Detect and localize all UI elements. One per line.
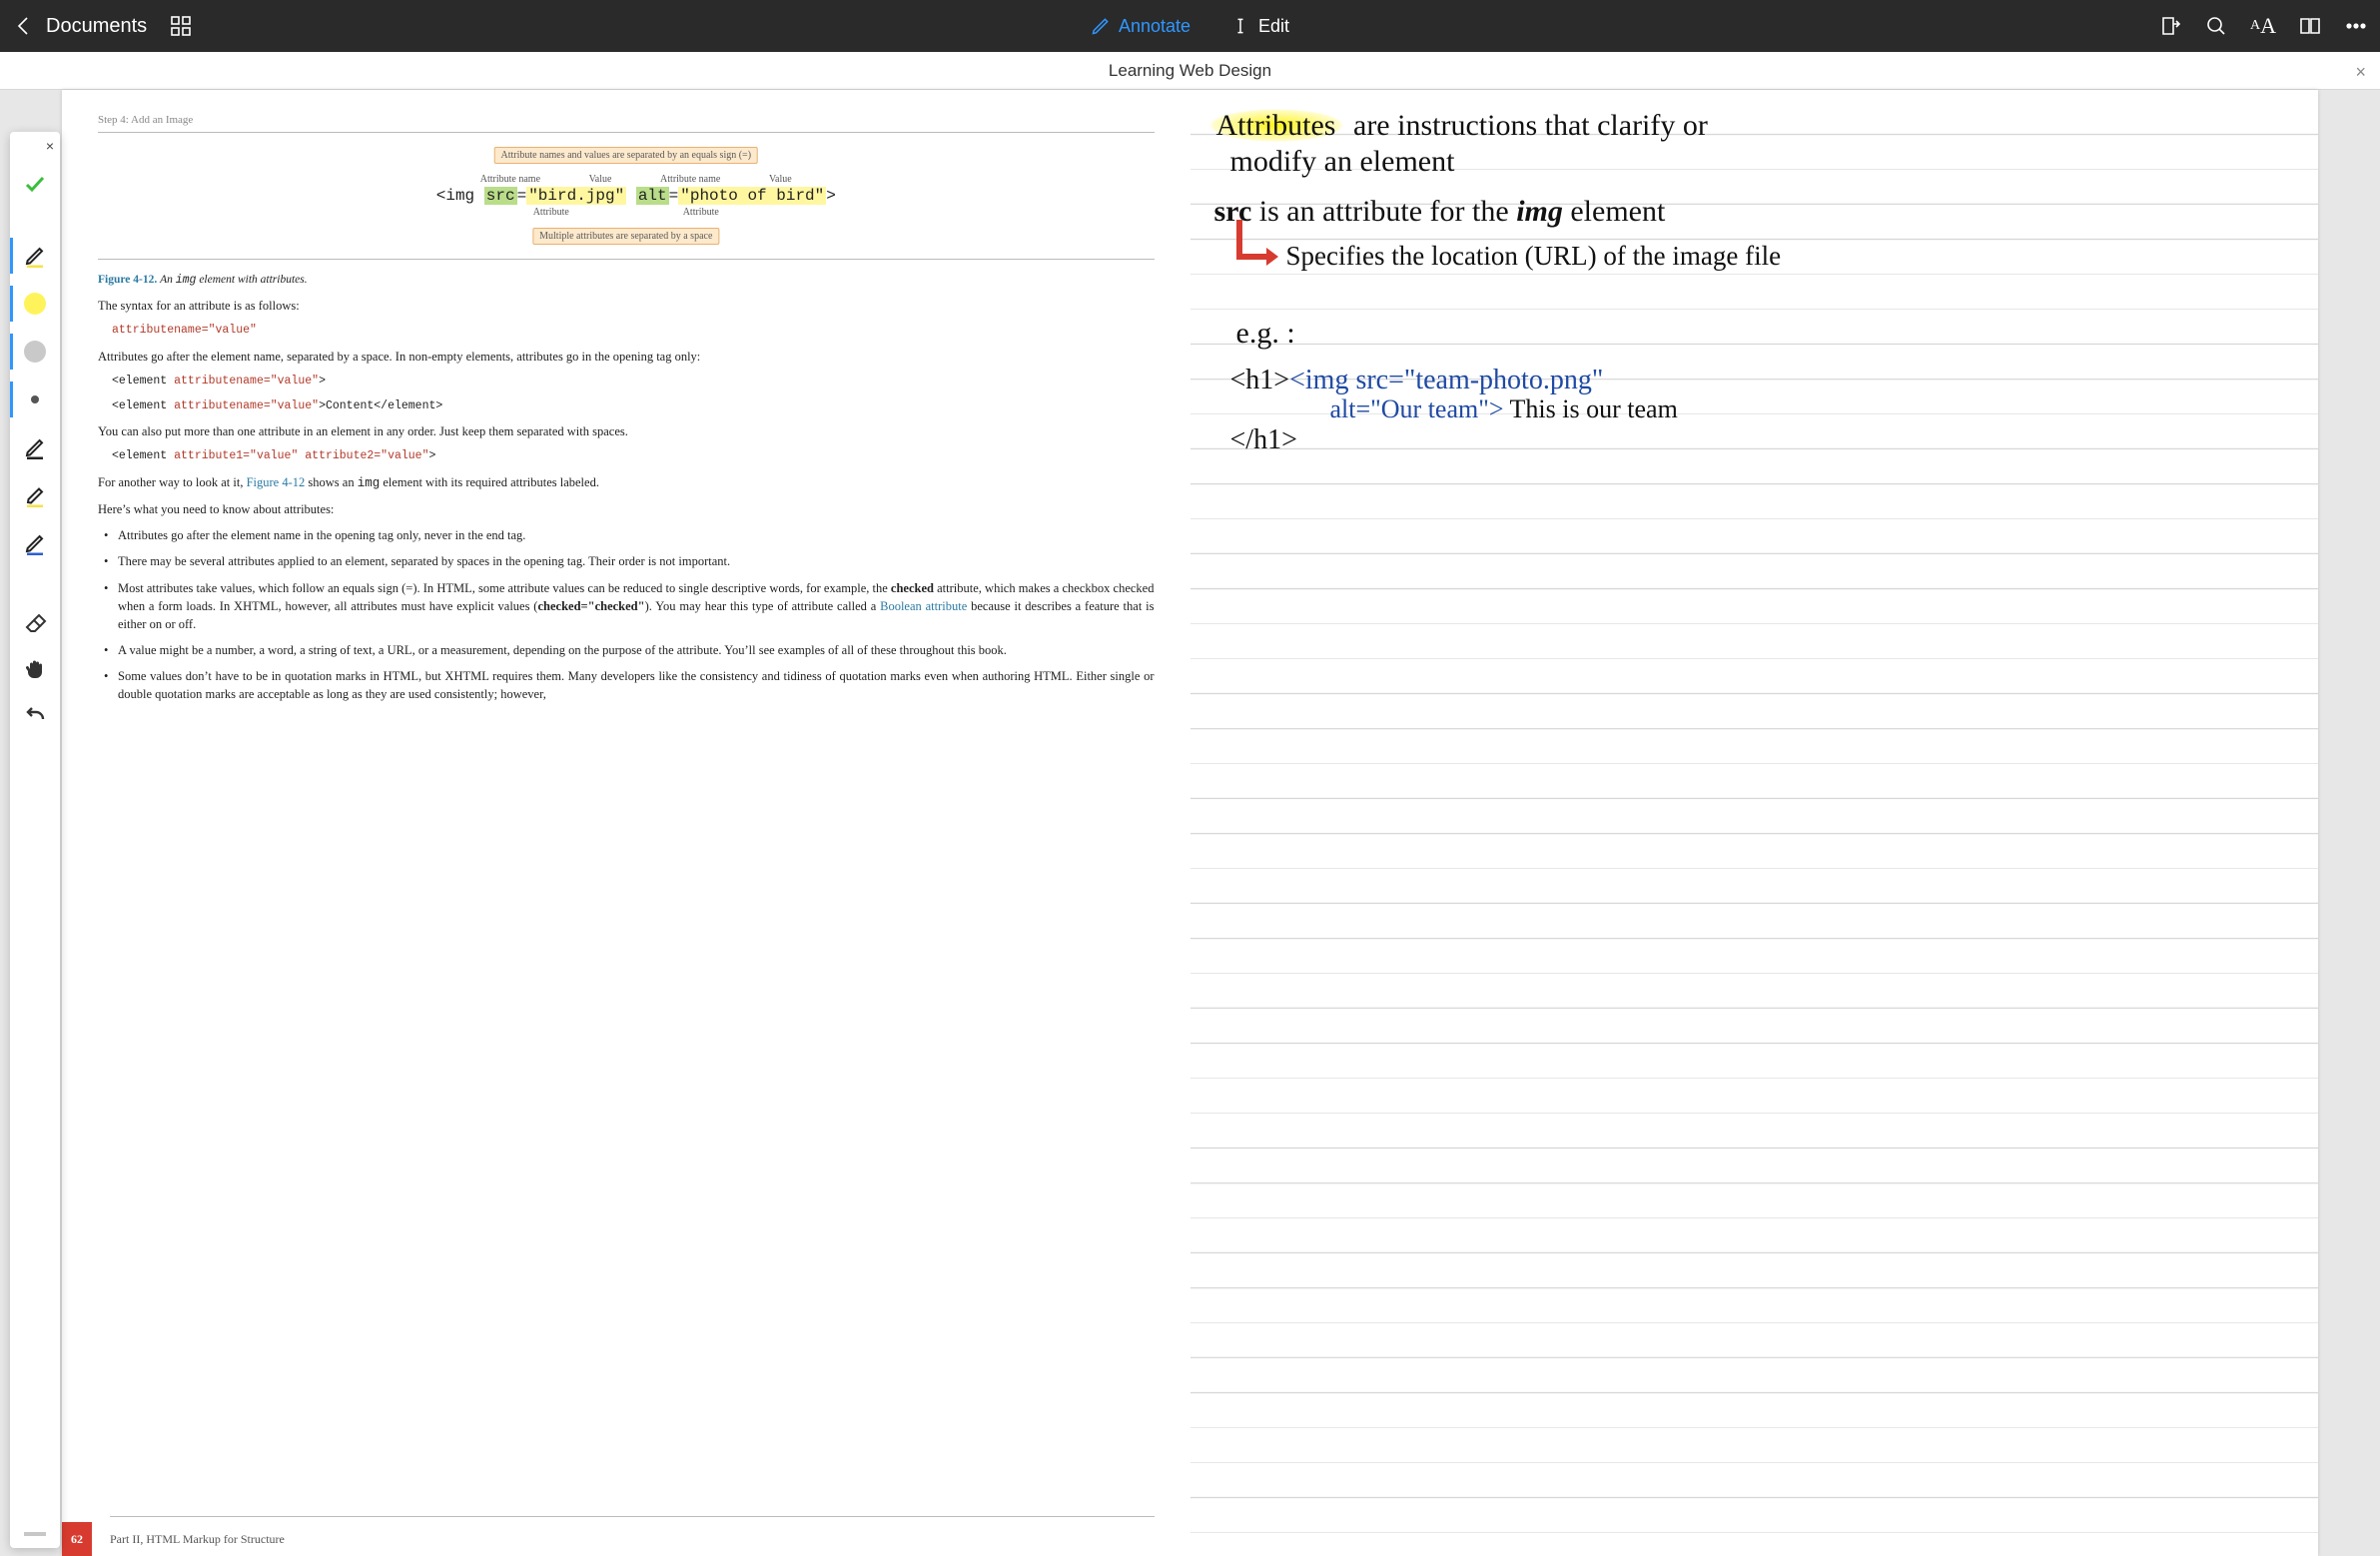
note-line-1: Attributes are instructions that clarify… xyxy=(1206,110,1708,142)
figure-rule xyxy=(98,259,1155,260)
boolean-attr-link[interactable]: Boolean attribute xyxy=(880,599,967,613)
attributes-bullet-list: Attributes go after the element name in … xyxy=(104,526,1155,711)
list-item: There may be several attributes applied … xyxy=(104,552,1155,578)
p-another-way: For another way to look at it, Figure 4-… xyxy=(98,473,1155,492)
note-code-open: <h1><img src="team-photo.png" xyxy=(1230,366,1604,394)
brush-dot-icon xyxy=(31,395,39,403)
pencil-tool[interactable] xyxy=(10,423,60,471)
figure-link[interactable]: Figure 4-12 xyxy=(247,475,306,489)
hand-icon xyxy=(23,657,47,681)
note-line-3: src is an attribute for the img element xyxy=(1214,196,1666,228)
highlighter-tool[interactable] xyxy=(10,471,60,519)
callout-bottom: Multiple attributes are separated by a s… xyxy=(532,228,719,245)
callout-top: Attribute names and values are separated… xyxy=(493,147,758,164)
undo-button[interactable] xyxy=(10,693,60,741)
note-code-alt: alt="Our team"> This is our team xyxy=(1330,395,1678,422)
attribute-diagram: Attribute names and values are separated… xyxy=(436,147,816,245)
edit-label: Edit xyxy=(1258,16,1289,37)
confirm-button[interactable] xyxy=(10,160,60,208)
grid-view-icon[interactable] xyxy=(169,14,193,38)
undo-icon xyxy=(23,705,47,729)
list-item: Attributes go after the element name in … xyxy=(104,526,1155,552)
close-document-button[interactable]: × xyxy=(2355,62,2366,83)
note-line-4: Specifies the location (URL) of the imag… xyxy=(1286,242,1782,270)
text-settings-icon[interactable]: AA xyxy=(2250,14,2276,38)
hand-tool[interactable] xyxy=(10,645,60,693)
diagram-bottom-labels: Attribute Attribute xyxy=(436,205,816,218)
brush-size-tool[interactable] xyxy=(10,376,60,423)
body-text: The syntax for an attribute is as follow… xyxy=(98,297,1155,711)
palette-drag-handle[interactable] xyxy=(24,1532,46,1536)
chevron-left-icon xyxy=(12,14,36,38)
back-label: Documents xyxy=(46,15,147,38)
pencil-icon xyxy=(1091,16,1111,36)
note-line-5: e.g. : xyxy=(1236,318,1295,350)
eraser-icon xyxy=(23,609,47,633)
document-title: Learning Web Design xyxy=(1109,61,1271,81)
annotate-label: Annotate xyxy=(1119,16,1190,37)
color-yellow-tool[interactable] xyxy=(10,280,60,328)
note-code-close: </h1> xyxy=(1230,425,1297,454)
annotation-palette[interactable]: × xyxy=(10,132,60,1548)
page-footer: 62 Part II, HTML Markup for Structure xyxy=(62,1522,1155,1556)
back-to-documents[interactable]: Documents xyxy=(12,14,147,38)
edit-mode-button[interactable]: Edit xyxy=(1230,16,1289,37)
code-syntax: attributename="value" xyxy=(112,323,1155,340)
list-item: Most attributes take values, which follo… xyxy=(104,579,1155,641)
code-multi-attr: <element attribute1="value" attribute2="… xyxy=(112,448,1155,465)
book-page: Step 4: Add an Image Attribute names and… xyxy=(62,90,1190,1556)
pen-icon xyxy=(23,244,47,268)
part-label: Part II, HTML Markup for Structure xyxy=(110,1532,285,1547)
highlighter-icon xyxy=(23,483,47,507)
header-rule xyxy=(98,132,1155,133)
top-toolbar: Documents Annotate Edit AA xyxy=(0,0,2380,52)
palette-close-button[interactable]: × xyxy=(46,138,54,154)
diagram-top-labels: Attribute name Value Attribute name Valu… xyxy=(436,174,816,187)
pencil-icon xyxy=(23,435,47,459)
book-view-icon[interactable] xyxy=(2298,14,2322,38)
color-gray-tool[interactable] xyxy=(10,328,60,376)
pen-black-tool[interactable] xyxy=(10,232,60,280)
swatch-yellow-icon xyxy=(24,293,46,315)
handwriting-canvas[interactable]: Attributes are instructions that clarify… xyxy=(1190,90,2319,1556)
diagram-code: <img src="bird.jpg" alt="photo of bird"> xyxy=(436,187,816,205)
more-icon[interactable] xyxy=(2344,14,2368,38)
pen-icon xyxy=(23,531,47,555)
eraser-tool[interactable] xyxy=(10,597,60,645)
check-icon xyxy=(23,172,47,196)
code-element-empty: <element attributename="value"> xyxy=(112,374,1155,390)
figure-caption: Figure 4-12. An img element with attribu… xyxy=(98,274,1155,287)
export-icon[interactable] xyxy=(2158,14,2182,38)
search-icon[interactable] xyxy=(2204,14,2228,38)
list-item: Some values don’t have to be in quotatio… xyxy=(104,667,1155,711)
running-head: Step 4: Add an Image xyxy=(98,108,1155,130)
arrow-icon xyxy=(1228,220,1276,272)
document-titlebar: Learning Web Design × xyxy=(0,52,2380,90)
annotate-mode-button[interactable]: Annotate xyxy=(1091,16,1190,37)
page-spread: Step 4: Add an Image Attribute names and… xyxy=(62,90,2318,1556)
swatch-gray-icon xyxy=(24,341,46,363)
text-cursor-icon xyxy=(1230,16,1250,36)
workspace: Step 4: Add an Image Attribute names and… xyxy=(0,90,2380,1556)
code-element-content: <element attributename="value">Content</… xyxy=(112,398,1155,415)
pen-blue-tool[interactable] xyxy=(10,519,60,567)
list-item: A value might be a number, a word, a str… xyxy=(104,641,1155,667)
note-line-2: modify an element xyxy=(1230,146,1455,178)
page-number: 62 xyxy=(62,1522,92,1556)
